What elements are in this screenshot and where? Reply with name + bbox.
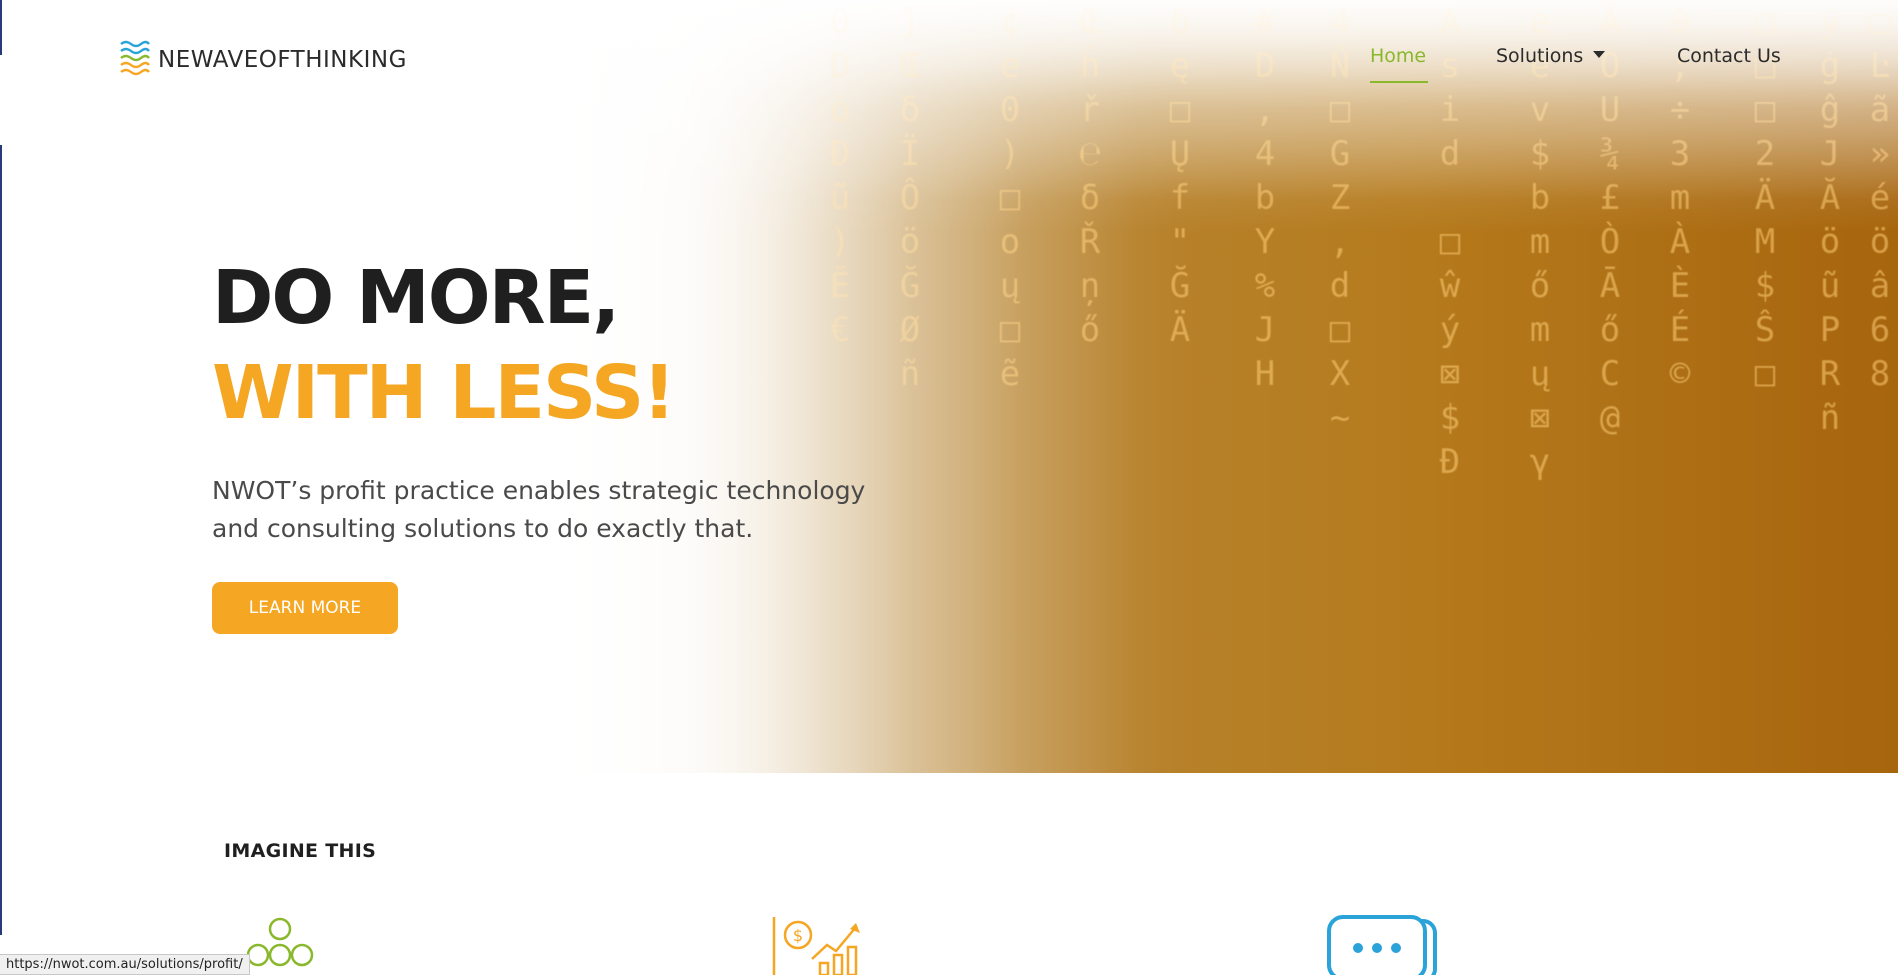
people-group-icon [240,915,320,975]
site-logo[interactable]: NEWAVEOFTHINKING [118,38,407,81]
wave-logo-icon [118,38,152,81]
imagine-heading: IMAGINE THIS [224,840,377,862]
window-edge [0,145,2,935]
hero-headline-line1: DO MORE, [212,255,620,341]
hero-subtext: NWOT’s profit practice enables strategic… [212,476,866,543]
chat-bubble-icon [1325,915,1439,975]
hero-headline-line2: WITH LESS! [212,350,676,436]
nav-solutions-label: Solutions [1496,45,1584,67]
logo-text: NEWAVEOFTHINKING [158,46,407,73]
nav-home[interactable]: Home [1370,45,1426,67]
browser-status-url: https://nwot.com.au/solutions/profit/ [0,954,250,975]
dollar-growth-chart-icon: $ [772,915,862,975]
nav-solutions[interactable]: Solutions [1496,45,1606,67]
nav-contact[interactable]: Contact Us [1677,45,1781,67]
learn-more-button[interactable]: LEARN MORE [212,582,398,634]
chevron-down-icon [1593,51,1606,58]
nav-home-underline [1370,81,1428,83]
window-edge [0,0,2,55]
svg-text:$: $ [793,926,803,945]
